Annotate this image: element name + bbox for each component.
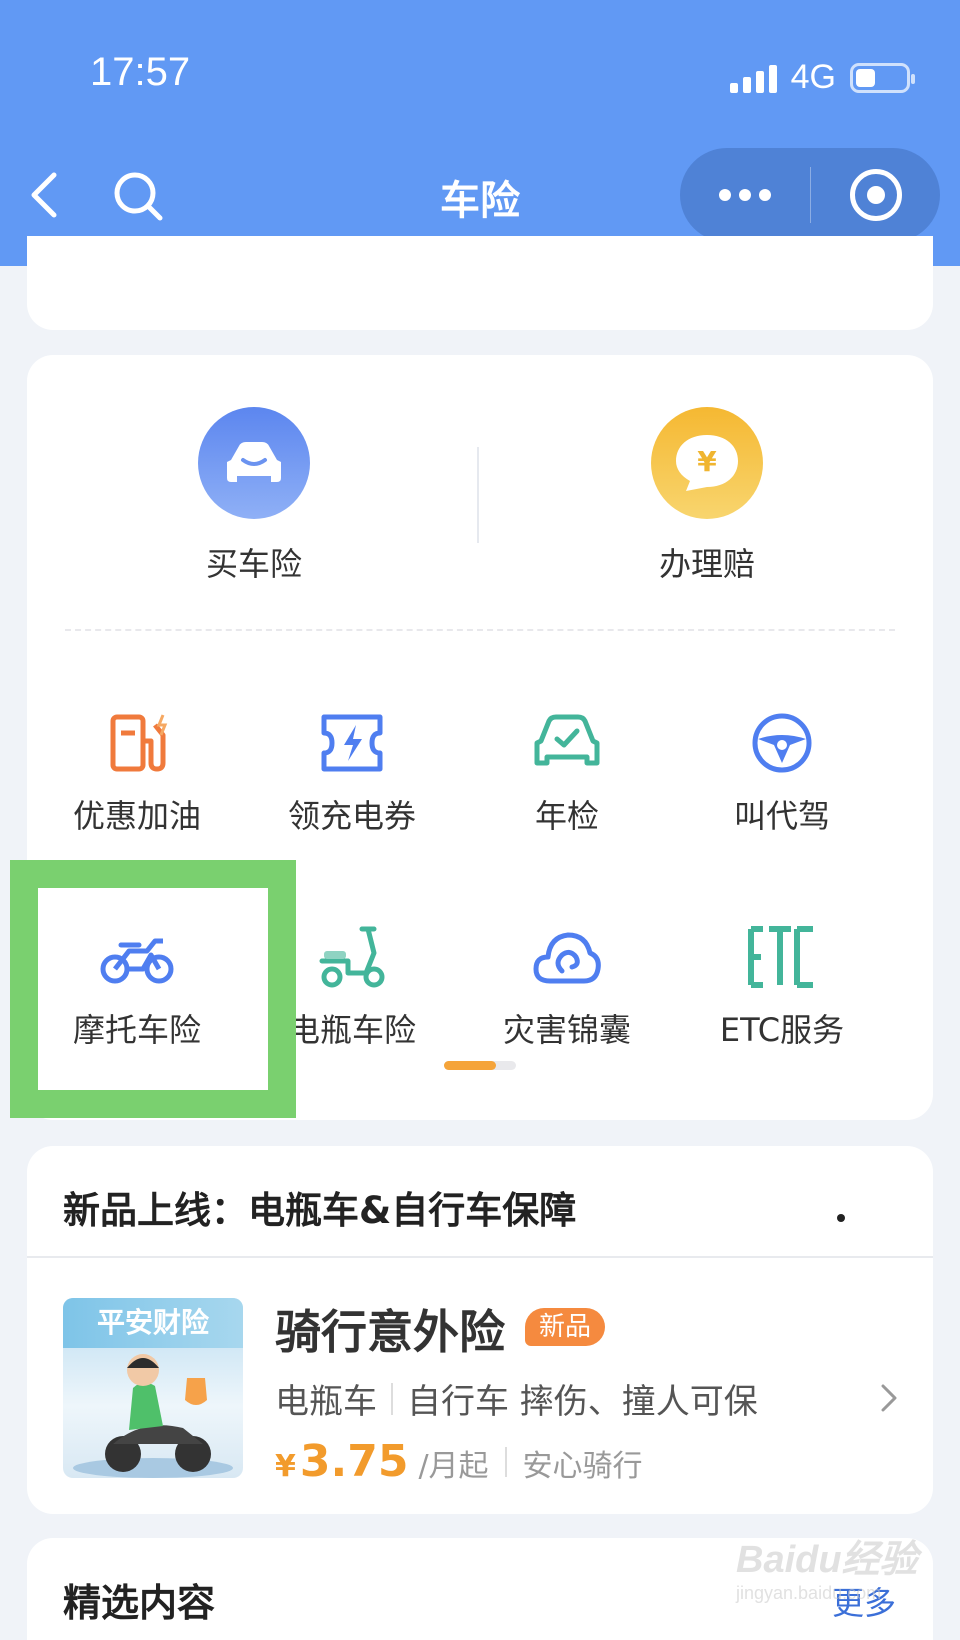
tag-divider bbox=[391, 1382, 393, 1415]
more-icon[interactable] bbox=[680, 148, 810, 242]
grid-label-disaster: 灾害锦囊 bbox=[502, 1011, 631, 1049]
price-divider bbox=[504, 1446, 507, 1477]
grid-label-inspection: 年检 bbox=[534, 797, 599, 835]
status-time: 17:57 bbox=[90, 50, 191, 94]
grid-label-motorcycle: 摩托车险 bbox=[72, 1011, 201, 1049]
price-tag: 安心骑行 bbox=[522, 1449, 643, 1484]
grid-item-etc[interactable]: ETC服务 bbox=[672, 919, 892, 1051]
grid-label-driver: 叫代驾 bbox=[733, 797, 830, 835]
header: 17:57 4G 车险 bbox=[0, 0, 960, 266]
charging-coupon-icon bbox=[312, 705, 392, 781]
fuel-pump-icon bbox=[97, 705, 177, 781]
grid-label-charging: 领充电券 bbox=[287, 797, 416, 835]
svg-text:¥: ¥ bbox=[697, 445, 717, 478]
status-indicators: 4G bbox=[729, 58, 915, 97]
claim-label: 办理赔 bbox=[658, 545, 755, 583]
product-tag-bicycle: 自行车 摔伤、撞人可保 bbox=[407, 1382, 758, 1422]
grid-item-motorcycle[interactable]: 摩托车险 bbox=[27, 919, 247, 1051]
close-miniprogram-icon[interactable] bbox=[811, 148, 940, 242]
product-tag-scooter: 电瓶车 bbox=[275, 1382, 377, 1422]
scooter-icon bbox=[312, 919, 392, 995]
product-thumbnail[interactable]: 平安财险 bbox=[63, 1298, 243, 1478]
grid-label-scooter: 电瓶车险 bbox=[287, 1011, 416, 1049]
grid-item-driver[interactable]: 叫代驾 bbox=[672, 705, 892, 837]
baidu-watermark: Baidu经验 jingyan.baidu.com bbox=[736, 1528, 946, 1628]
price-currency: ¥ bbox=[275, 1449, 296, 1484]
claim-button[interactable]: ¥ 办理赔 bbox=[557, 407, 857, 585]
top-card bbox=[27, 236, 933, 330]
grid-item-charging[interactable]: 领充电券 bbox=[242, 705, 462, 837]
steering-wheel-icon bbox=[742, 705, 822, 781]
motorcycle-icon bbox=[97, 919, 177, 995]
watermark-main: Baidu经验 bbox=[736, 1539, 918, 1581]
grid-item-inspection[interactable]: 年检 bbox=[457, 705, 677, 837]
new-product-heading: 新品上线：电瓶车&自行车保障 bbox=[63, 1189, 577, 1232]
grid-label-etc: ETC服务 bbox=[719, 1011, 845, 1049]
product-tags: 电瓶车 自行车 摔伤、撞人可保 bbox=[275, 1374, 758, 1423]
watermark-sub: jingyan.baidu.com bbox=[736, 1583, 882, 1603]
buy-insurance-label: 买车险 bbox=[205, 545, 302, 583]
network-type: 4G bbox=[790, 58, 836, 96]
heading-dot bbox=[837, 1214, 845, 1222]
dashed-divider bbox=[65, 629, 895, 631]
primary-divider bbox=[477, 447, 479, 543]
yuan-chat-icon: ¥ bbox=[651, 407, 763, 519]
featured-title: 精选内容 bbox=[63, 1581, 216, 1625]
services-card: 买车险 ¥ 办理赔 优惠加油 领充电券 年检 叫代驾 摩托车险 电瓶车险 灾害锦… bbox=[27, 355, 933, 1120]
chevron-right-icon[interactable] bbox=[875, 1378, 903, 1418]
grid-item-scooter[interactable]: 电瓶车险 bbox=[242, 919, 462, 1051]
car-check-icon bbox=[527, 705, 607, 781]
product-price: ¥ 3.75 /月起 安心骑行 bbox=[275, 1436, 643, 1487]
product-brand: 平安财险 bbox=[63, 1298, 243, 1348]
grid-label-fuel: 优惠加油 bbox=[72, 797, 201, 835]
pager-indicator-active bbox=[444, 1061, 496, 1070]
cloud-icon bbox=[527, 919, 607, 995]
grid-item-disaster[interactable]: 灾害锦囊 bbox=[457, 919, 677, 1051]
battery-icon bbox=[850, 62, 915, 93]
pager-indicator bbox=[444, 1061, 516, 1070]
new-badge: 新品 bbox=[525, 1308, 606, 1346]
etc-icon bbox=[742, 919, 822, 995]
product-name[interactable]: 骑行意外险 bbox=[275, 1296, 505, 1362]
new-product-card: 新品上线：电瓶车&自行车保障 平安财险 骑行意外险 新品 电瓶车 自行车 摔伤、… bbox=[27, 1146, 933, 1514]
price-value: 3.75 bbox=[299, 1436, 409, 1487]
rider-illustration bbox=[73, 1354, 233, 1478]
miniprogram-capsule bbox=[680, 148, 940, 242]
price-unit: /月起 bbox=[418, 1449, 489, 1484]
section-divider bbox=[27, 1256, 933, 1258]
car-icon bbox=[198, 407, 310, 519]
grid-item-fuel[interactable]: 优惠加油 bbox=[27, 705, 247, 837]
buy-insurance-button[interactable]: 买车险 bbox=[104, 407, 404, 585]
signal-icon bbox=[729, 63, 777, 93]
